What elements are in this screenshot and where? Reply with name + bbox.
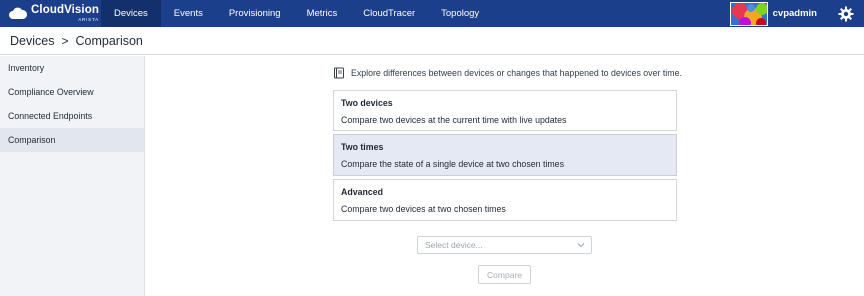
device-select[interactable]: Select device... xyxy=(417,236,592,254)
option-two-devices[interactable]: Two devices Compare two devices at the c… xyxy=(333,90,677,131)
sidebar-item-compliance-overview[interactable]: Compliance Overview xyxy=(0,80,144,104)
cloudvision-logo[interactable]: CloudVision ARISTA xyxy=(0,0,101,27)
device-select-placeholder: Select device... xyxy=(425,240,483,250)
option-description: Compare the state of a single device at … xyxy=(341,159,564,169)
option-description: Compare two devices at the current time … xyxy=(341,115,567,125)
nav-tab-provisioning[interactable]: Provisioning xyxy=(216,0,294,27)
logo-subtitle: ARISTA xyxy=(78,16,99,22)
main-content: Explore differences between devices or c… xyxy=(145,56,864,296)
intro-text: Explore differences between devices or c… xyxy=(351,68,682,78)
book-icon xyxy=(334,67,344,79)
nav-tab-events[interactable]: Events xyxy=(161,0,216,27)
nav-tab-devices[interactable]: Devices xyxy=(101,0,161,27)
nav-tabs: Devices Events Provisioning Metrics Clou… xyxy=(101,0,492,27)
option-title: Two devices xyxy=(341,98,393,108)
page-title: Comparison xyxy=(75,33,143,48)
intro: Explore differences between devices or c… xyxy=(333,67,682,79)
chevron-down-icon xyxy=(577,243,585,248)
cloud-logo-icon xyxy=(9,7,28,19)
nav-tab-topology[interactable]: Topology xyxy=(428,0,492,27)
gear-icon[interactable] xyxy=(834,0,858,27)
avatar[interactable] xyxy=(729,1,768,26)
top-nav-bar: CloudVision ARISTA Devices Events Provis… xyxy=(0,0,864,27)
avatar-image xyxy=(730,2,767,25)
option-two-times[interactable]: Two times Compare the state of a single … xyxy=(333,134,677,176)
logo-title: CloudVision xyxy=(31,4,99,16)
sidebar-item-connected-endpoints[interactable]: Connected Endpoints xyxy=(0,104,144,128)
nav-tab-cloudtracer[interactable]: CloudTracer xyxy=(350,0,428,27)
breadcrumb: Devices > Comparison xyxy=(0,27,864,55)
sidebar-item-comparison[interactable]: Comparison xyxy=(0,128,144,152)
sidebar-item-inventory[interactable]: Inventory xyxy=(0,56,144,80)
option-description: Compare two devices at two chosen times xyxy=(341,204,506,214)
compare-button[interactable]: Compare xyxy=(478,265,531,284)
option-title: Advanced xyxy=(341,187,384,197)
option-advanced[interactable]: Advanced Compare two devices at two chos… xyxy=(333,179,677,221)
breadcrumb-separator: > xyxy=(61,33,69,48)
option-title: Two times xyxy=(341,142,384,152)
nav-tab-metrics[interactable]: Metrics xyxy=(294,0,351,27)
sidebar: Inventory Compliance Overview Connected … xyxy=(0,56,145,296)
breadcrumb-parent[interactable]: Devices xyxy=(10,34,54,48)
username[interactable]: cvpadmin xyxy=(773,8,817,19)
